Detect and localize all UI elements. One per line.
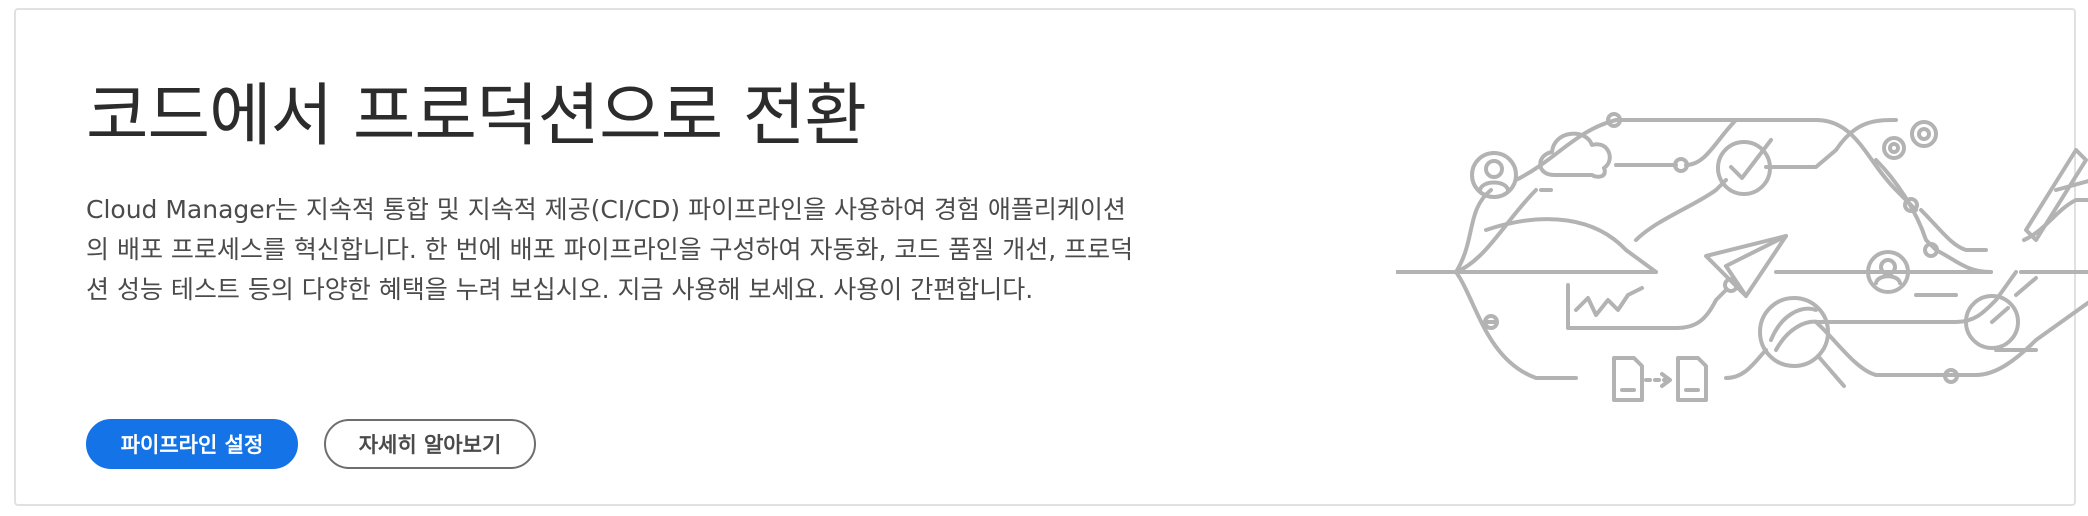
document-icon <box>1676 356 1708 402</box>
learn-more-button[interactable]: 자세히 알아보기 <box>324 419 536 469</box>
paper-plane-icon <box>1704 234 1788 298</box>
hero-card: 코드에서 프로덕션으로 전환 Cloud Manager는 지속적 통합 및 지… <box>14 8 2088 506</box>
pen-icon <box>2022 148 2088 242</box>
gauge-icon <box>1964 276 2038 350</box>
gears-icon <box>1882 120 1938 160</box>
hero-title: 코드에서 프로덕션으로 전환 <box>86 77 867 156</box>
magnifier-icon <box>1758 296 1846 388</box>
user-icon <box>1470 151 1518 199</box>
pipeline-illustration <box>1396 112 2088 402</box>
hero-description: Cloud Manager는 지속적 통합 및 지속적 제공(CI/CD) 파이… <box>86 195 1134 304</box>
checkmark-icon <box>1716 138 1773 196</box>
chart-icon <box>1566 283 1648 330</box>
setup-pipeline-button[interactable]: 파이프라인 설정 <box>86 419 298 469</box>
document-icon <box>1612 356 1644 402</box>
